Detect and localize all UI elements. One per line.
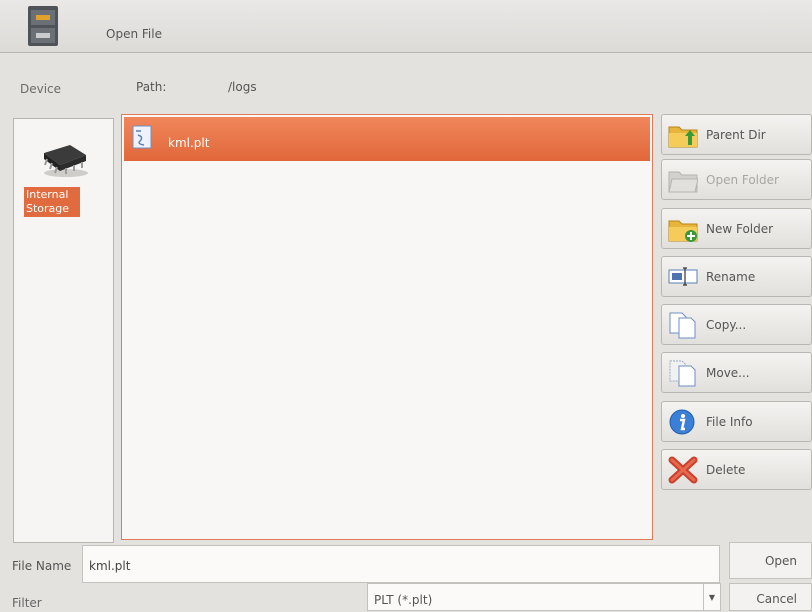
title-bar: Open File xyxy=(0,0,812,53)
filter-label: Filter xyxy=(12,596,42,610)
file-name-input[interactable]: kml.plt xyxy=(82,545,720,583)
new-folder-button[interactable]: New Folder xyxy=(661,208,812,249)
move-icon xyxy=(669,360,696,387)
copy-button[interactable]: Copy... xyxy=(661,304,812,345)
device-label: Device xyxy=(20,82,62,96)
file-info-button[interactable]: File Info xyxy=(661,401,812,442)
device-list: Internal Storage xyxy=(13,118,114,543)
parent-folder-icon xyxy=(668,126,698,148)
file-name-label: File Name xyxy=(12,559,72,573)
open-folder-button[interactable]: Open Folder xyxy=(661,159,812,200)
plt-file-icon xyxy=(132,125,152,149)
file-row[interactable]: kml.plt xyxy=(124,117,650,161)
chevron-down-icon[interactable]: ▼ xyxy=(703,584,720,610)
move-button[interactable]: Move... xyxy=(661,352,812,393)
new-folder-icon xyxy=(668,220,698,242)
file-info-label: File Info xyxy=(706,415,753,429)
parent-dir-label: Parent Dir xyxy=(706,128,766,142)
info-icon xyxy=(669,409,695,435)
window-title: Open File xyxy=(106,27,162,41)
delete-label: Delete xyxy=(706,463,746,477)
rename-label: Rename xyxy=(706,270,756,284)
new-folder-label: New Folder xyxy=(706,222,774,236)
parent-dir-button[interactable]: Parent Dir xyxy=(661,114,812,155)
move-label: Move... xyxy=(706,366,750,380)
delete-x-icon xyxy=(668,456,698,484)
chip-icon xyxy=(44,145,88,177)
open-button[interactable]: Open xyxy=(729,542,812,579)
path-value: /logs xyxy=(228,80,257,94)
device-item-label: Internal Storage xyxy=(24,187,80,217)
cancel-button[interactable]: Cancel xyxy=(729,583,812,611)
filter-value: PLT (*.plt) xyxy=(374,593,433,607)
open-folder-label: Open Folder xyxy=(706,173,779,187)
path-label: Path: xyxy=(136,80,167,94)
file-list[interactable]: kml.plt xyxy=(121,114,653,540)
rename-icon xyxy=(668,267,698,286)
filter-dropdown[interactable]: PLT (*.plt) ▼ xyxy=(367,583,721,611)
file-name: kml.plt xyxy=(168,136,210,150)
copy-icon xyxy=(669,312,696,339)
open-folder-icon xyxy=(668,171,698,193)
rename-button[interactable]: Rename xyxy=(661,256,812,297)
file-cabinet-icon xyxy=(28,6,58,46)
copy-label: Copy... xyxy=(706,318,747,332)
delete-button[interactable]: Delete xyxy=(661,449,812,490)
